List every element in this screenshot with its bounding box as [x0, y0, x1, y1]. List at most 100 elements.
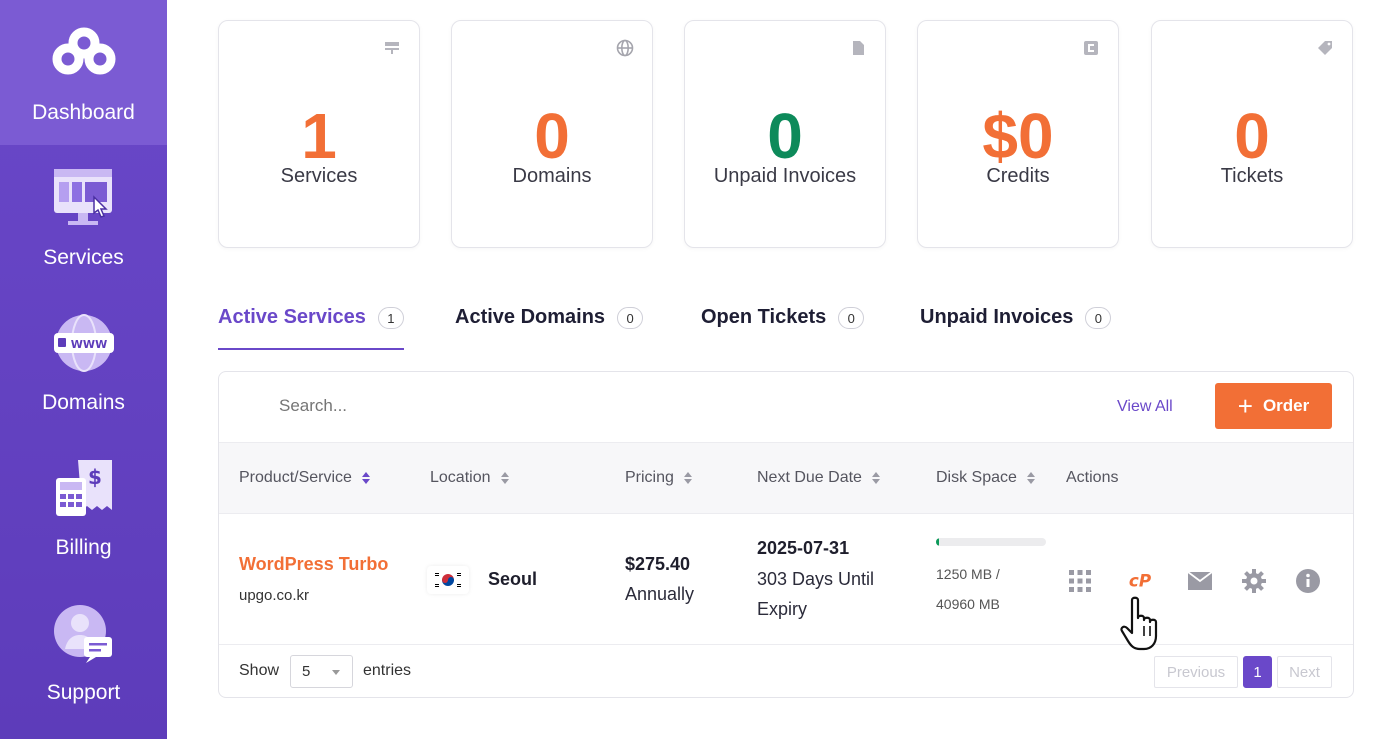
tab-label: Active Services [218, 306, 366, 328]
order-button[interactable]: + Order [1215, 383, 1332, 429]
tab-count-badge: 0 [838, 307, 865, 329]
email-icon[interactable] [1187, 568, 1213, 594]
billing-cycle: Annually [625, 584, 695, 604]
order-label: Order [1262, 396, 1310, 415]
stat-card-unpaid-invoices[interactable]: 0 Unpaid Invoices [684, 20, 886, 248]
page-size-value: 5 [302, 663, 311, 680]
svg-text:$: $ [88, 465, 102, 489]
sidebar-item-services[interactable]: Services [0, 145, 167, 290]
column-header-disk-space[interactable]: Disk Space [936, 469, 1035, 487]
disk-usage-bar [936, 538, 1046, 546]
stat-value: 0 [767, 100, 803, 172]
due-date: 2025-07-31 [757, 538, 850, 558]
credit-icon [1082, 39, 1100, 57]
column-header-label: Next Due Date [757, 469, 862, 486]
column-header-label: Actions [1066, 469, 1119, 486]
sort-icon [871, 472, 880, 484]
sidebar-item-label: Services [43, 246, 124, 269]
gear-icon[interactable] [1241, 568, 1267, 594]
services-panel: View All + Order Product/Service Locatio… [218, 371, 1354, 698]
tab-label: Open Tickets [701, 306, 827, 328]
stat-card-domains[interactable]: 0 Domains [451, 20, 653, 248]
table-row: WordPress Turbo upgo.co.kr Seoul $275.40… [219, 514, 1353, 645]
tab-unpaid-invoices[interactable]: Unpaid Invoices 0 [920, 306, 1112, 350]
stat-value: $0 [982, 100, 1054, 172]
sidebar-item-label: Support [46, 681, 121, 704]
disk-total: 40960 MB [936, 596, 1000, 612]
page-1-button[interactable]: 1 [1243, 656, 1272, 688]
tab-label: Unpaid Invoices [920, 306, 1074, 328]
sidebar: Dashboard Services WWW Domains $ Billing… [0, 0, 167, 739]
tab-active-services[interactable]: Active Services 1 [218, 306, 404, 350]
sidebar-item-label: Dashboard [32, 101, 135, 124]
disk-used: 1250 MB / [936, 566, 1000, 582]
sidebar-item-label: Domains [42, 391, 125, 414]
stat-card-services[interactable]: 1 Services [218, 20, 420, 248]
stat-label: Tickets [1220, 165, 1284, 187]
product-domain: upgo.co.kr [239, 587, 310, 604]
services-icon [49, 163, 119, 233]
column-header-label: Pricing [625, 469, 674, 486]
sort-icon [1026, 472, 1035, 484]
previous-page-button[interactable]: Previous [1154, 656, 1238, 688]
column-header-label: Location [430, 469, 491, 486]
info-icon[interactable] [1295, 568, 1321, 594]
column-header-actions: Actions [1066, 469, 1118, 487]
price-value: $275.40 [625, 554, 691, 574]
domains-icon: WWW [49, 308, 119, 378]
sort-icon [683, 472, 692, 484]
logo-icon [49, 18, 119, 88]
tab-open-tickets[interactable]: Open Tickets 0 [701, 306, 865, 350]
sidebar-item-support[interactable]: Support [0, 580, 167, 725]
search-input[interactable] [279, 396, 579, 416]
chevron-down-icon [332, 670, 340, 675]
column-header-location[interactable]: Location [430, 469, 509, 487]
globe-icon [616, 39, 634, 57]
table-header: Product/Service Location Pricing Next Du… [219, 442, 1353, 514]
tab-count-badge: 0 [617, 307, 644, 329]
apps-grid-icon[interactable] [1067, 568, 1093, 594]
stat-value: 0 [534, 100, 570, 172]
billing-icon: $ [49, 453, 119, 523]
stat-value: 0 [1234, 100, 1270, 172]
stat-label: Credits [986, 165, 1050, 187]
location-name: Seoul [488, 569, 538, 589]
next-page-button[interactable]: Next [1277, 656, 1332, 688]
stat-label: Unpaid Invoices [713, 165, 857, 187]
product-name-link[interactable]: WordPress Turbo [239, 554, 388, 575]
tab-count-badge: 1 [377, 307, 404, 329]
plus-icon: + [1237, 391, 1253, 421]
stat-label: Domains [512, 165, 592, 187]
column-header-label: Disk Space [936, 469, 1017, 486]
tag-icon [1316, 39, 1334, 57]
stat-card-tickets[interactable]: 0 Tickets [1151, 20, 1353, 248]
tab-active-domains[interactable]: Active Domains 0 [455, 306, 644, 350]
stat-value: 1 [301, 100, 337, 172]
file-icon [849, 39, 867, 57]
support-icon [49, 598, 119, 668]
column-header-product[interactable]: Product/Service [239, 469, 370, 487]
sort-icon [361, 472, 370, 484]
show-label: Show [239, 662, 280, 679]
disk-usage-fill [936, 538, 940, 546]
page-size-select[interactable]: 5 [290, 655, 353, 688]
server-icon [383, 39, 401, 57]
tab-label: Active Domains [455, 306, 606, 328]
korea-flag-icon [427, 566, 469, 594]
sidebar-item-billing[interactable]: $ Billing [0, 435, 167, 580]
svg-text:WWW: WWW [70, 338, 106, 351]
stat-label: Services [280, 165, 358, 187]
days-until-expiry: 303 Days Until [757, 569, 875, 589]
days-until-expiry-suffix: Expiry [757, 599, 808, 619]
column-header-next-due-date[interactable]: Next Due Date [757, 469, 880, 487]
view-all-link[interactable]: View All [1117, 398, 1173, 416]
sort-icon [500, 472, 509, 484]
entries-label: entries [363, 662, 412, 679]
svg-text:cP: cP [1129, 571, 1152, 591]
sidebar-item-dashboard[interactable]: Dashboard [0, 0, 167, 145]
cpanel-icon[interactable]: cP [1127, 568, 1153, 594]
stat-card-credits[interactable]: $0 Credits [917, 20, 1119, 248]
column-header-pricing[interactable]: Pricing [625, 469, 692, 487]
sidebar-item-domains[interactable]: WWW Domains [0, 290, 167, 435]
hand-cursor-icon [1118, 596, 1168, 652]
